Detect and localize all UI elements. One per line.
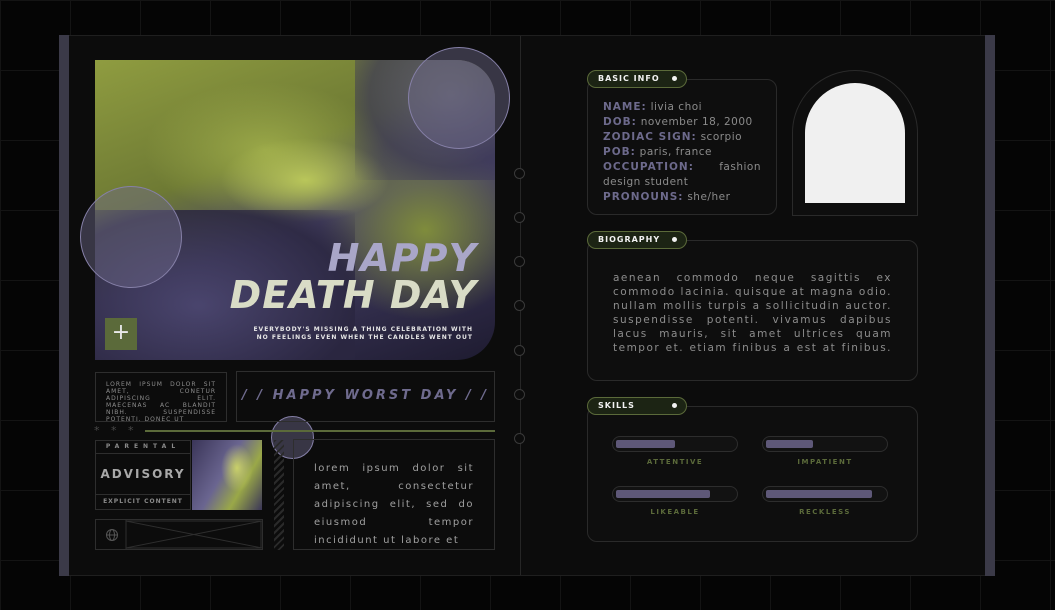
- plus-icon[interactable]: +: [105, 318, 137, 350]
- portrait-placeholder: [805, 83, 905, 203]
- hero-tagline: EVERYBODY'S MISSING A THING CELEBRATION …: [253, 326, 473, 341]
- skill-bar-fill: [616, 490, 710, 498]
- decor-stars: * * *: [94, 424, 138, 437]
- skill-label: LIKEABLE: [650, 508, 700, 516]
- heading-dot: [672, 403, 677, 408]
- skill-bar-fill: [766, 440, 813, 448]
- divider-dot: [514, 300, 525, 311]
- info-row: ZODIAC SIGN: scorpio: [603, 130, 761, 145]
- divider-dot: [514, 256, 525, 267]
- info-row: OCCUPATION: fashion: [603, 160, 761, 175]
- divider-dot: [514, 433, 525, 444]
- info-value: paris, france: [635, 146, 712, 158]
- info-label: DOB:: [603, 116, 637, 128]
- link-box: [95, 519, 263, 550]
- info-row: NAME: livia choi: [603, 100, 761, 115]
- basic-info-heading-text: BASIC INFO: [598, 74, 660, 83]
- skill-label: RECKLESS: [799, 508, 851, 516]
- right-edge-bar: [985, 35, 995, 576]
- skill-label: ATTENTIVE: [646, 458, 704, 466]
- skill-bar-fill: [766, 490, 872, 498]
- info-label: ZODIAC SIGN:: [603, 131, 697, 143]
- info-row: design student: [603, 175, 761, 190]
- green-rule: [145, 430, 495, 432]
- info-row: PRONOUNS: she/her: [603, 190, 761, 205]
- basic-info-list: NAME: livia choi DOB: november 18, 2000 ZO…: [588, 80, 776, 205]
- divider-dot: [514, 389, 525, 400]
- divider-dot: [514, 168, 525, 179]
- info-value: fashion: [719, 161, 761, 173]
- worst-day-text: / / HAPPY WORST DAY / /: [242, 388, 489, 403]
- explicit-content-text: EXPLICIT CONTENT: [103, 498, 183, 505]
- info-value: she/her: [683, 191, 731, 203]
- skill-label: IMPATIENT: [797, 458, 853, 466]
- skill-bar: [762, 436, 888, 452]
- decor-bubble: [80, 186, 182, 288]
- advisory-text: ADVISORY: [96, 454, 190, 495]
- parental-advisory-label: PARENTAL ADVISORY EXPLICIT CONTENT: [95, 440, 191, 510]
- heading-dot: [672, 76, 677, 81]
- biography-panel: aenean commodo neque sagittis ex commodo…: [587, 240, 918, 381]
- divider-dot: [514, 212, 525, 223]
- info-label: PRONOUNS:: [603, 191, 684, 203]
- biography-heading: BIOGRAPHY: [587, 231, 687, 249]
- biography-text: aenean commodo neque sagittis ex commodo…: [613, 272, 892, 354]
- basic-info-panel: NAME: livia choi DOB: november 18, 2000 ZO…: [587, 79, 777, 215]
- lorem-medium-text: lorem ipsum dolor sit amet, consectetur …: [314, 463, 474, 546]
- skill-bar-fill: [616, 440, 675, 448]
- basic-info-heading: BASIC INFO: [587, 70, 687, 88]
- small-lorem-box: LOREM IPSUM DOLOR SIT AMET, CONETUR ADIP…: [95, 372, 227, 423]
- small-lorem-text: LOREM IPSUM DOLOR SIT AMET, CONETUR ADIP…: [106, 381, 216, 423]
- lorem-medium-box: lorem ipsum dolor sit amet, consectetur …: [293, 439, 495, 550]
- placeholder-cross: [125, 520, 262, 549]
- info-row: DOB: november 18, 2000: [603, 115, 761, 130]
- divider-dot: [514, 345, 525, 356]
- skill-bar: [762, 486, 888, 502]
- parental-text: PARENTAL: [96, 441, 190, 454]
- skills-heading: SKILLS: [587, 397, 687, 415]
- skill-bar: [612, 486, 738, 502]
- info-value: november 18, 2000: [636, 116, 753, 128]
- info-label: OCCUPATION:: [603, 161, 694, 173]
- decor-stripe: [274, 440, 284, 550]
- left-edge-bar: [59, 35, 69, 576]
- info-value: livia choi: [646, 101, 703, 113]
- info-value: design student: [603, 176, 689, 188]
- info-row: POB: paris, france: [603, 145, 761, 160]
- skill-bar: [612, 436, 738, 452]
- info-value: scorpio: [696, 131, 743, 143]
- worst-day-box: / / HAPPY WORST DAY / /: [236, 371, 495, 422]
- heading-dot: [672, 237, 677, 242]
- skills-heading-text: SKILLS: [598, 401, 635, 410]
- mini-photo: [192, 440, 262, 510]
- info-label: NAME:: [603, 101, 647, 113]
- decor-bubble: [408, 47, 510, 149]
- biography-heading-text: BIOGRAPHY: [598, 235, 661, 244]
- info-label: POB:: [603, 146, 636, 158]
- globe-icon[interactable]: [105, 528, 119, 542]
- skills-panel: [587, 406, 918, 542]
